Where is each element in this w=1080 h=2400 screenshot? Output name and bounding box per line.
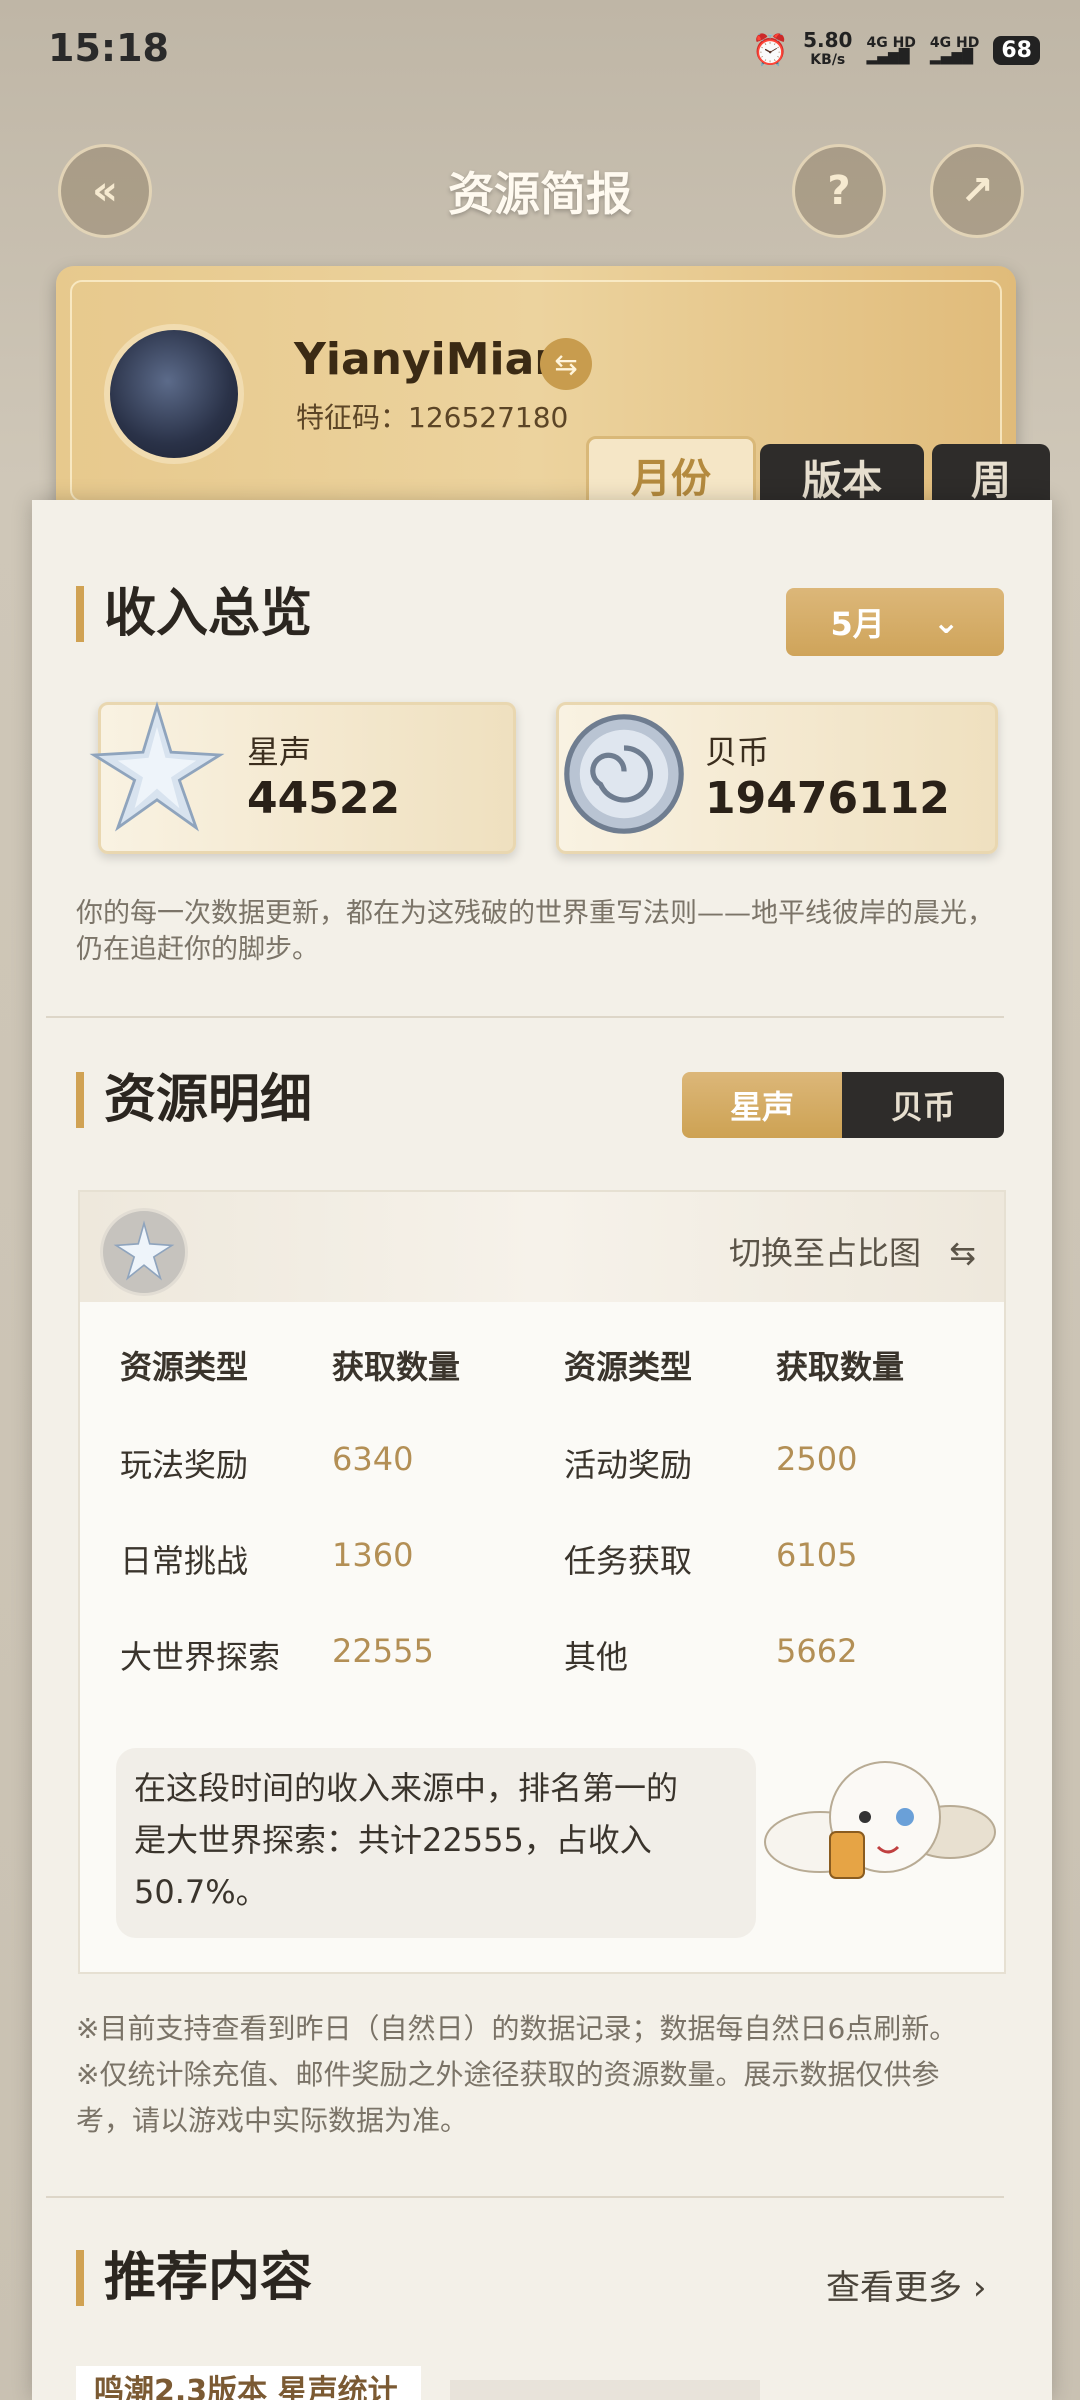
table-cell: 22555 (332, 1632, 434, 1670)
battery-indicator: 68 (993, 35, 1040, 65)
table-header-count-2: 获取数量 (776, 1348, 905, 1386)
user-id: 特征码：126527180 (296, 401, 569, 434)
table-cell: 1360 (332, 1536, 414, 1574)
shell-coin-label: 贝币 (705, 733, 770, 771)
avatar (104, 324, 244, 464)
table-cell: 任务获取 (564, 1542, 693, 1580)
detail-title: 资源明细 (76, 1072, 312, 1128)
table-header-count-1: 获取数量 (332, 1348, 461, 1386)
recommend-section-header: 推荐内容 (76, 2250, 312, 2306)
table-cell: 5662 (776, 1632, 858, 1670)
recommend-item-2[interactable] (450, 2380, 760, 2400)
table-cell: 其他 (564, 1638, 629, 1676)
table-header-type-2: 资源类型 (564, 1348, 693, 1386)
table-cell: 2500 (776, 1440, 858, 1478)
share-button[interactable]: ↗ (930, 144, 1024, 238)
signal-2: 4G HD ▂▄▆█ (929, 35, 980, 65)
star-sound-value: 44522 (247, 773, 401, 824)
signal-1: 4G HD ▂▄▆█ (866, 35, 916, 65)
small-star-icon (100, 1208, 188, 1296)
mascot-icon (764, 1761, 996, 1879)
switch-account-button[interactable]: ⇆ (540, 338, 592, 390)
table-cell: 活动奖励 (564, 1446, 693, 1484)
share-arrow-icon: ↗ (960, 168, 994, 214)
swap-icon: ⇆ (554, 347, 578, 381)
alarm-icon: ⏰ (751, 32, 790, 68)
swap-arrows-icon: ⇆ (949, 1234, 976, 1272)
table-cell: 玩法奖励 (120, 1446, 249, 1484)
month-select[interactable]: 5月 ⌄ (786, 588, 1004, 656)
shell-coin-value: 19476112 (705, 773, 950, 824)
income-title: 收入总览 (76, 586, 312, 642)
divider (46, 1016, 1004, 1018)
recommend-item[interactable]: 鸣潮2.3版本 星声统计 (76, 2366, 421, 2400)
segment-star-sound[interactable]: 星声 (682, 1072, 842, 1138)
switch-chart-button[interactable]: 切换至占比图 ⇆ (729, 1228, 976, 1274)
summary-bubble: 在这段时间的收入来源中，排名第一的 是大世界探索：共计22555，占收入 50.… (116, 1748, 756, 1938)
star-sound-card: 星声 44522 (89, 701, 516, 854)
shell-coin-icon (564, 714, 684, 834)
divider (46, 2196, 1004, 2198)
star-crystal-icon (89, 701, 225, 832)
table-cell: 6340 (332, 1440, 414, 1478)
status-bar: 15:18 ⏰ 5.80 KB/s 4G HD ▂▄▆█ 4G HD ▂▄▆█ 68 (0, 0, 1080, 100)
help-icon: ? (827, 168, 851, 214)
star-sound-label: 星声 (247, 733, 312, 771)
detail-box-header: 切换至占比图 ⇆ (80, 1192, 1004, 1302)
segment-shell-coin[interactable]: 贝币 (842, 1072, 1004, 1138)
income-section-header: 收入总览 (76, 586, 312, 642)
detail-section-header: 资源明细 (76, 1072, 312, 1128)
detail-box: 切换至占比图 ⇆ 资源类型 获取数量 资源类型 获取数量 玩法奖励 6340 活… (78, 1190, 1006, 1974)
username: YianyiMian (294, 334, 566, 385)
table-cell: 大世界探索 (120, 1638, 281, 1676)
income-description: 你的每一次数据更新，都在为这残破的世界重写法则——地平线彼岸的晨光，仍在追赶你的… (76, 898, 994, 965)
table-cell: 6105 (776, 1536, 858, 1574)
recommend-title: 推荐内容 (76, 2250, 312, 2306)
status-time: 15:18 (48, 26, 169, 70)
help-button[interactable]: ? (792, 144, 886, 238)
chevron-down-icon: ⌄ (932, 603, 960, 641)
net-speed: 5.80 KB/s (803, 28, 853, 68)
table-cell: 日常挑战 (120, 1542, 249, 1580)
status-icons: ⏰ 5.80 KB/s 4G HD ▂▄▆█ 4G HD ▂▄▆█ 68 (752, 30, 1040, 70)
shell-coin-card: 贝币 19476112 (556, 702, 998, 854)
notes: ※目前支持查看到昨日（自然日）的数据记录；数据每自然日6点刷新。 ※仅统计除充值… (76, 2012, 958, 2137)
chevron-right-icon: › (972, 2268, 987, 2308)
table-header-type-1: 资源类型 (120, 1348, 249, 1386)
view-more-link[interactable]: 查看更多 › (826, 2260, 986, 2309)
page-title: 资源简报 (448, 167, 632, 221)
